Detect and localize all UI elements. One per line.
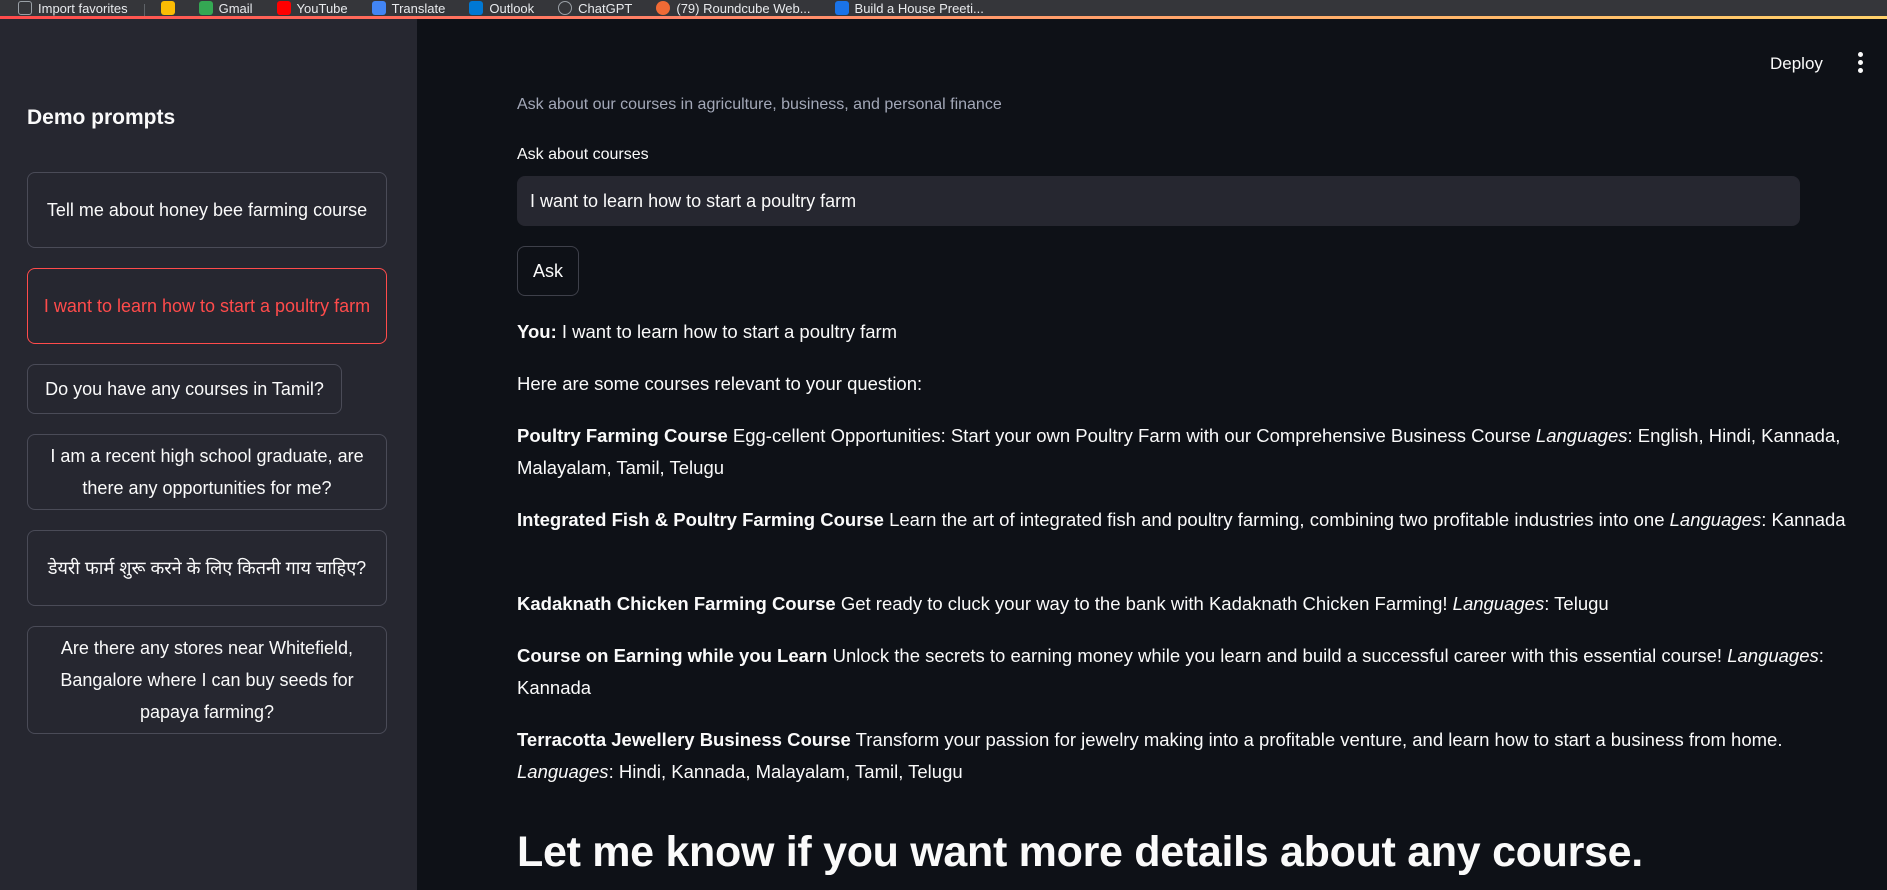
bookmark-label: Import favorites bbox=[38, 0, 128, 16]
ask-button[interactable]: Ask bbox=[517, 246, 579, 296]
bookmark-divider bbox=[143, 4, 145, 16]
translate-icon bbox=[371, 1, 386, 15]
demo-prompt-button-honey-bee[interactable]: Tell me about honey bee farming course bbox=[27, 172, 387, 248]
bookmark-label: Translate bbox=[391, 0, 446, 16]
roundcube-icon bbox=[656, 1, 671, 15]
course-item: Integrated Fish & Poultry Farming Course… bbox=[517, 504, 1857, 536]
course-name: Poultry Farming Course bbox=[517, 425, 728, 446]
bookmark-item[interactable]: Build a House Preeti... bbox=[823, 0, 996, 16]
response-intro: Here are some courses relevant to your q… bbox=[517, 373, 923, 394]
course-languages: : Kannada bbox=[1761, 509, 1846, 530]
bookmark-item[interactable]: YouTube bbox=[265, 0, 360, 16]
course-item: Poultry Farming Course Egg-cellent Oppor… bbox=[517, 420, 1857, 484]
user-message: You: I want to learn how to start a poul… bbox=[517, 316, 1817, 348]
course-item: Course on Earning while you Learn Unlock… bbox=[517, 640, 1857, 704]
bookmark-label: (79) Roundcube Web... bbox=[676, 0, 811, 16]
gmail-icon bbox=[198, 1, 213, 15]
bookmark-label: YouTube bbox=[296, 0, 348, 16]
outlook-icon bbox=[469, 1, 484, 15]
course-description: Get ready to cluck your way to the bank … bbox=[835, 593, 1453, 614]
course-question-input[interactable] bbox=[517, 176, 1800, 226]
course-description: Transform your passion for jewelry makin… bbox=[850, 729, 1783, 750]
course-languages: : Hindi, Kannada, Malayalam, Tamil, Telu… bbox=[608, 761, 963, 782]
deploy-button[interactable]: Deploy bbox=[1760, 50, 1833, 78]
closing-heading: Let me know if you want more details abo… bbox=[517, 828, 1643, 876]
bookmark-label: ChatGPT bbox=[578, 0, 633, 16]
demo-prompt-button-poultry[interactable]: I want to learn how to start a poultry f… bbox=[27, 268, 387, 344]
course-name: Integrated Fish & Poultry Farming Course bbox=[517, 509, 884, 530]
languages-label: Languages bbox=[1669, 509, 1762, 530]
import-icon bbox=[18, 1, 32, 15]
bookmark-item[interactable]: Import favorites bbox=[6, 0, 140, 16]
demo-prompt-button-dairy-hindi[interactable]: डेयरी फार्म शुरू करने के लिए कितनी गाय च… bbox=[27, 530, 387, 606]
input-label: Ask about courses bbox=[517, 146, 649, 163]
languages-label: Languages bbox=[1535, 425, 1628, 446]
demo-prompt-button-tamil[interactable]: Do you have any courses in Tamil? bbox=[27, 364, 342, 414]
bookmark-label: Outlook bbox=[489, 0, 535, 16]
languages-label: Languages bbox=[1727, 645, 1819, 666]
sidebar-title: Demo prompts bbox=[27, 106, 176, 129]
languages-label: Languages bbox=[1452, 593, 1545, 614]
course-languages: : Telugu bbox=[1544, 593, 1609, 614]
more-options-icon[interactable] bbox=[1852, 52, 1868, 74]
bookmark-label: Gmail bbox=[218, 0, 253, 16]
course-name: Course on Earning while you Learn bbox=[517, 645, 828, 666]
youtube-icon bbox=[276, 1, 291, 15]
course-description: Egg-cellent Opportunities: Start your ow… bbox=[727, 425, 1536, 446]
course-item: Terracotta Jewellery Business Course Tra… bbox=[517, 724, 1857, 788]
course-item: Kadaknath Chicken Farming Course Get rea… bbox=[517, 588, 1857, 620]
course-description: Learn the art of integrated fish and pou… bbox=[883, 509, 1670, 530]
bookmark-item[interactable]: Gmail bbox=[187, 0, 265, 16]
bookmark-item[interactable] bbox=[149, 0, 187, 16]
bookmark-item[interactable]: ChatGPT bbox=[546, 0, 644, 16]
bookmark-label: Build a House Preeti... bbox=[854, 0, 984, 16]
house-icon bbox=[834, 1, 849, 15]
you-label: You: bbox=[517, 321, 557, 342]
bookmark-item[interactable]: (79) Roundcube Web... bbox=[644, 0, 822, 16]
demo-prompt-button-papaya-seeds[interactable]: Are there any stores near Whitefield, Ba… bbox=[27, 626, 387, 734]
chatgpt-icon bbox=[558, 1, 573, 15]
bookmark-item[interactable]: Outlook bbox=[457, 0, 546, 16]
course-name: Terracotta Jewellery Business Course bbox=[517, 729, 851, 750]
folder-icon bbox=[160, 1, 175, 15]
bookmarks-bar: Import favorites Gmail YouTube Translate… bbox=[0, 0, 1887, 16]
user-message-text: I want to learn how to start a poultry f… bbox=[556, 321, 898, 342]
page-caption: Ask about our courses in agriculture, bu… bbox=[517, 96, 1002, 113]
demo-prompt-button-graduate[interactable]: I am a recent high school graduate, are … bbox=[27, 434, 387, 510]
bookmark-item[interactable]: Translate bbox=[360, 0, 458, 16]
course-description: Unlock the secrets to earning money whil… bbox=[827, 645, 1728, 666]
course-name: Kadaknath Chicken Farming Course bbox=[517, 593, 836, 614]
languages-label: Languages bbox=[517, 761, 609, 782]
